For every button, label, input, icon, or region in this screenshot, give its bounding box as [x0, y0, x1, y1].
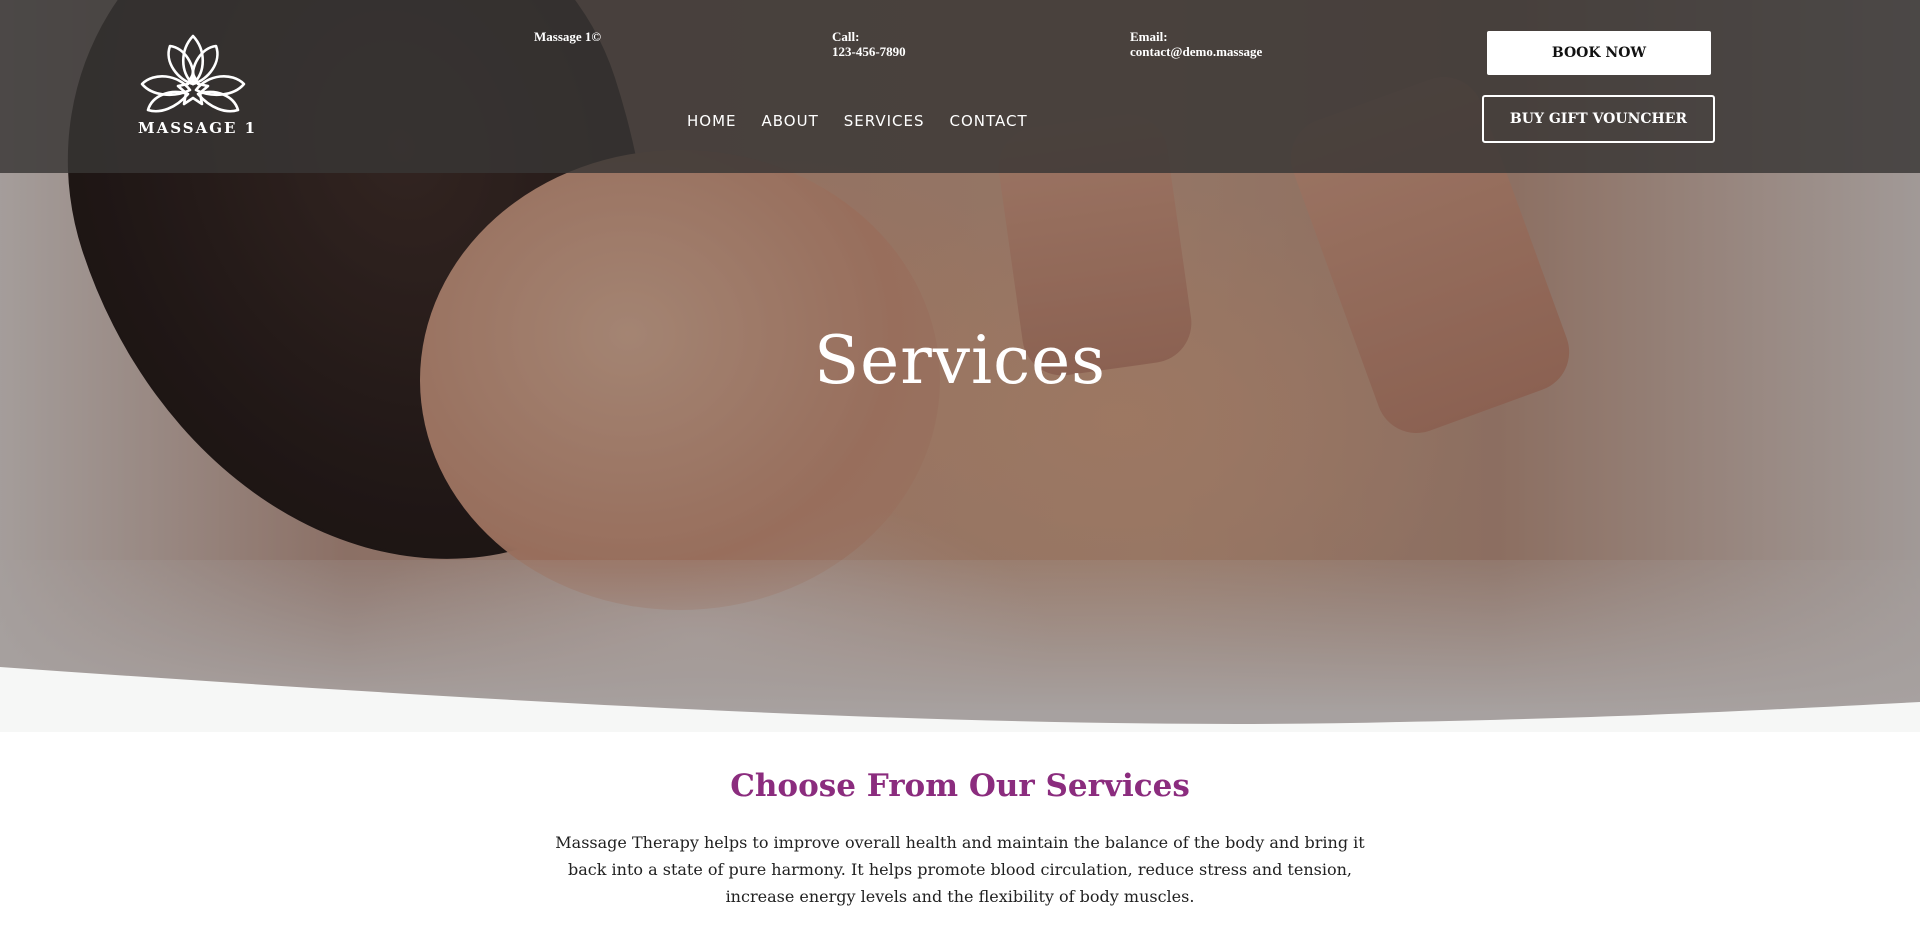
nav-services[interactable]: SERVICES [844, 112, 925, 130]
page-title: Services [813, 322, 1107, 399]
main-nav: HOME ABOUT SERVICES CONTACT [687, 112, 1028, 130]
section-description: Massage Therapy helps to improve overall… [555, 833, 1365, 906]
nav-about[interactable]: ABOUT [762, 112, 819, 130]
book-now-button[interactable]: BOOK NOW [1487, 31, 1711, 75]
brand-name: MASSAGE 1 [138, 119, 258, 137]
email-info: Email: contact@demo.massage [1130, 29, 1262, 59]
hero-wave-divider [0, 667, 1920, 732]
email-label: Email: [1130, 29, 1168, 44]
call-info: Call: 123-456-7890 [832, 29, 906, 59]
nav-contact[interactable]: CONTACT [950, 112, 1028, 130]
nav-home[interactable]: HOME [687, 112, 737, 130]
email-link[interactable]: contact@demo.massage [1130, 44, 1262, 59]
copyright-text: Massage 1© [534, 29, 601, 44]
copyright-label: Massage 1© [534, 29, 602, 44]
section-title: Choose From Our Services [730, 768, 1190, 804]
site-header: MASSAGE 1 Massage 1© Call: 123-456-7890 … [0, 0, 1920, 173]
phone-link[interactable]: 123-456-7890 [832, 44, 906, 59]
buy-gift-voucher-button[interactable]: BUY GIFT VOUNCHER [1482, 95, 1715, 143]
call-label: Call: [832, 29, 860, 44]
